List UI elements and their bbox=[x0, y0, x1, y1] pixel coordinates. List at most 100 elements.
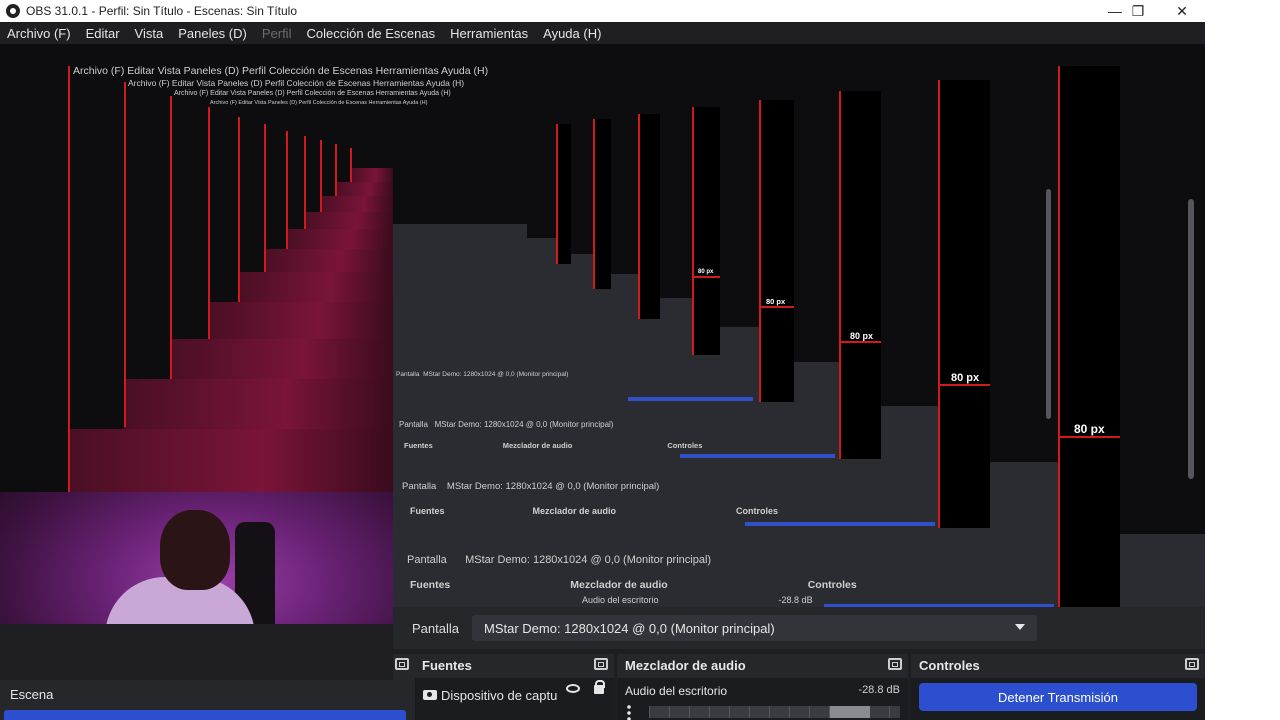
undock-icon[interactable] bbox=[594, 658, 608, 670]
display-label: Pantalla bbox=[412, 620, 459, 636]
preview-border-line bbox=[320, 140, 322, 212]
preview-mini-pantalla: Pantalla MStar Demo: 1280x1024 @ 0,0 (Mo… bbox=[402, 481, 660, 492]
preview-recursion-panel bbox=[393, 224, 527, 238]
display-selector-row: Pantalla MStar Demo: 1280x1024 @ 0,0 (Mo… bbox=[393, 607, 1205, 649]
preview-recursion-layer bbox=[208, 302, 393, 339]
kebab-menu-icon[interactable] bbox=[627, 704, 631, 720]
preview-mini-menu: Archivo (F) Editar Vista Paneles (D) Per… bbox=[73, 65, 489, 77]
preview-recursion-column bbox=[839, 91, 881, 459]
preview-mini-docks: Fuentes Mezclador de audio Controles bbox=[404, 441, 703, 450]
obs-logo-icon bbox=[6, 4, 20, 18]
preview-recursion-layer bbox=[170, 339, 393, 379]
mixer-channel-label: Audio del escritorio bbox=[625, 684, 728, 698]
preview-recursion-panel bbox=[393, 238, 557, 254]
preview-scrollbar bbox=[1046, 189, 1051, 419]
preview-recursion-layer bbox=[286, 229, 393, 249]
webcam-source bbox=[0, 492, 393, 624]
undock-icon[interactable] bbox=[888, 658, 902, 670]
preview-recursion-column bbox=[938, 80, 990, 528]
monitor-dropdown[interactable]: MStar Demo: 1280x1024 @ 0,0 (Monitor pri… bbox=[471, 615, 1037, 641]
preview-mini-audio: Audio del escritorio -28.8 dB bbox=[582, 595, 813, 605]
controls-body: Detener Transmisión bbox=[911, 678, 1205, 720]
scene-preview[interactable]: Archivo (F) Editar Vista Paneles (D) Per… bbox=[0, 44, 1205, 624]
preview-mini-menu: Archivo (F) Editar Vista Paneles (D) Per… bbox=[128, 78, 465, 88]
preview-mini-docks: Fuentes Mezclador de audio Controles bbox=[410, 579, 857, 591]
preview-mini-stream-button bbox=[628, 397, 753, 401]
preview-recursion-column bbox=[759, 100, 794, 402]
preview-border-line bbox=[286, 131, 288, 249]
menu-coleccion-escenas[interactable]: Colección de Escenas bbox=[306, 26, 435, 41]
preview-mini-pantalla: Pantalla MStar Demo: 1280x1024 @ 0,0 (Mo… bbox=[399, 420, 614, 429]
preview-recursion-column bbox=[638, 114, 660, 319]
preview-recursion-layer bbox=[124, 379, 393, 429]
preview-border-line bbox=[208, 107, 210, 339]
source-name: Dispositivo de captu bbox=[441, 687, 558, 703]
menu-ayuda[interactable]: Ayuda (H) bbox=[543, 26, 601, 41]
volume-meter[interactable] bbox=[649, 706, 900, 718]
preview-recursion-layer bbox=[68, 429, 393, 499]
preview-mini-menu: Archivo (F) Editar Vista Paneles (D) Per… bbox=[210, 100, 428, 106]
menu-perfil: Perfil bbox=[261, 25, 292, 41]
controls-dock-header: Controles bbox=[911, 654, 1205, 676]
sources-dock-header: Fuentes bbox=[393, 654, 614, 676]
preview-recursion-column bbox=[556, 124, 571, 264]
preview-border-line bbox=[124, 82, 126, 427]
preview-mini-stream-button bbox=[745, 522, 935, 526]
restore-button[interactable]: ❐ bbox=[1116, 0, 1160, 22]
lock-icon[interactable] bbox=[594, 680, 605, 694]
measure-line bbox=[692, 276, 720, 278]
chevron-down-icon bbox=[1014, 624, 1025, 630]
menu-bar: Archivo (F) Editar Vista Paneles (D) Per… bbox=[0, 22, 1205, 44]
preview-recursion-layer bbox=[238, 272, 393, 302]
preview-recursion-layer bbox=[335, 182, 393, 196]
scenes-title: Escena bbox=[10, 687, 54, 702]
camera-icon bbox=[423, 690, 437, 700]
preview-recursion-column bbox=[692, 107, 720, 355]
menu-paneles[interactable]: Paneles (D) bbox=[178, 26, 247, 41]
preview-border-line bbox=[335, 144, 337, 196]
mixer-title: Mezclador de audio bbox=[625, 657, 746, 673]
scene-selected-item[interactable] bbox=[4, 710, 406, 720]
preview-border-line bbox=[170, 96, 172, 379]
webcam-person-head bbox=[160, 510, 230, 590]
visibility-eye-icon[interactable] bbox=[566, 684, 580, 693]
preview-border-line bbox=[264, 124, 266, 272]
measure-label: 80 px bbox=[1074, 422, 1105, 436]
mixer-dock-header: Mezclador de audio bbox=[617, 654, 908, 676]
controls-title: Controles bbox=[919, 657, 980, 673]
preview-border-line bbox=[304, 136, 306, 229]
preview-scrollbar bbox=[1188, 199, 1194, 479]
measure-line bbox=[839, 341, 881, 343]
sources-list: Dispositivo de captu bbox=[415, 678, 614, 720]
preview-mini-pantalla: Pantalla MStar Demo: 1280x1024 @ 0,0 (Mo… bbox=[396, 371, 569, 378]
controls-dock: Controles Detener Transmisión bbox=[911, 654, 1205, 720]
preview-recursion-column bbox=[1058, 66, 1120, 614]
measure-label: 80 px bbox=[951, 372, 980, 384]
menu-vista[interactable]: Vista bbox=[135, 26, 164, 41]
preview-border-line bbox=[68, 66, 70, 493]
measure-label: 80 px bbox=[850, 331, 874, 341]
stop-streaming-button[interactable]: Detener Transmisión bbox=[919, 683, 1197, 711]
window-title: OBS 31.0.1 - Perfil: Sin Título - Escena… bbox=[26, 4, 298, 18]
preview-recursion-layer bbox=[350, 168, 393, 182]
preview-recursion-column bbox=[593, 119, 611, 289]
scenes-dock: Escena bbox=[0, 680, 410, 720]
preview-recursion-layer bbox=[304, 212, 393, 229]
measure-label: 80 px bbox=[698, 269, 714, 275]
menu-herramientas[interactable]: Herramientas bbox=[450, 26, 528, 41]
menu-archivo[interactable]: Archivo (F) bbox=[7, 26, 71, 41]
undock-icon[interactable] bbox=[1185, 658, 1199, 670]
preview-recursion-layer bbox=[264, 249, 393, 272]
preview-border-line bbox=[238, 117, 240, 302]
obs-main-window: Archivo (F) Editar Vista Paneles (D) Per… bbox=[0, 22, 1205, 720]
preview-mini-stream-button bbox=[680, 454, 835, 458]
sources-title: Fuentes bbox=[422, 657, 472, 673]
mixer-body: Audio del escritorio -28.8 dB bbox=[617, 678, 908, 720]
desktop-margin bbox=[1205, 0, 1280, 720]
preview-mini-pantalla: Pantalla MStar Demo: 1280x1024 @ 0,0 (Mo… bbox=[407, 554, 712, 566]
close-button[interactable]: ✕ bbox=[1160, 0, 1204, 22]
audio-mixer-dock: Mezclador de audio Audio del escritorio … bbox=[617, 654, 908, 720]
preview-mini-docks: Fuentes Mezclador de audio Controles bbox=[410, 506, 779, 516]
menu-editar[interactable]: Editar bbox=[86, 26, 120, 41]
source-item[interactable]: Dispositivo de captu bbox=[423, 684, 608, 706]
